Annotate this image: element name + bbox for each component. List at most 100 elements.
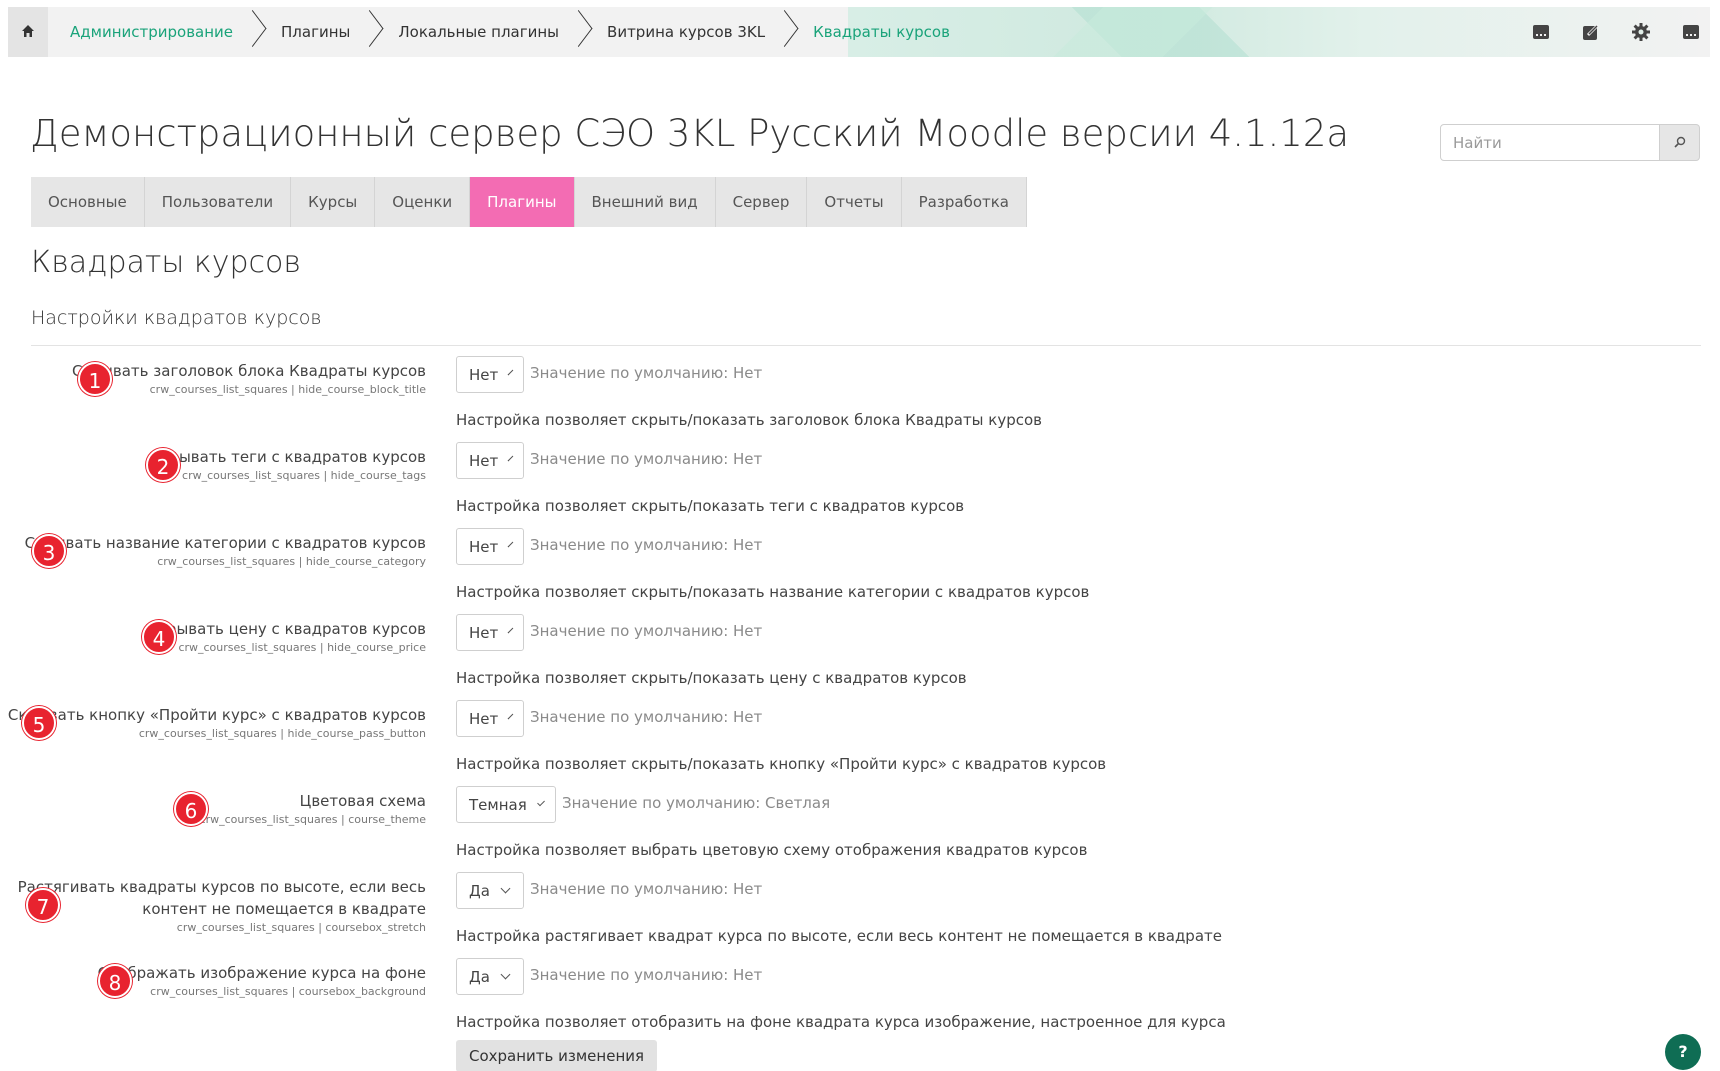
setting-key: crw_courses_list_squares | coursebox_bac… [150, 985, 426, 998]
setting-label: Цветовая схема crw_courses_list_squares |… [200, 790, 426, 828]
step-number-badge: 3 [32, 534, 66, 568]
setting-default: Значение по умолчанию: Нет [530, 966, 763, 984]
setting-label: Отображать изображение курса на фоне crw_… [98, 962, 426, 1000]
step-number-badge: 1 [78, 362, 112, 396]
search-icon [1673, 133, 1686, 152]
setting-select[interactable]: Да [456, 872, 524, 909]
setting-title: Скрывать заголовок блока Квадраты курсов [72, 362, 426, 380]
tab-5[interactable]: Внешний вид [574, 177, 716, 227]
header-bar: Администрирование Плагины Локальные плагин… [8, 7, 1710, 57]
search-input[interactable] [1440, 124, 1660, 161]
setting-label: Скрывать заголовок блока Квадраты курсов… [72, 360, 426, 398]
setting-key: crw_courses_list_squares | hide_course_p… [178, 641, 426, 654]
tab-4[interactable]: Плагины [470, 177, 575, 227]
setting-description: Настройка позволяет отобразить на фоне к… [456, 1013, 1226, 1031]
setting-select[interactable]: Нет [456, 442, 524, 479]
tab-6[interactable]: Сервер [715, 177, 808, 227]
step-number-badge: 2 [146, 448, 180, 482]
setting-description: Настройка позволяет скрыть/показать цену… [456, 669, 967, 687]
setting-label: Скрывать теги с квадратов курсов crw_cour… [150, 446, 426, 484]
setting-title: Скрывать теги с квадратов курсов [149, 448, 426, 466]
setting-label: Скрывать название категории с квадратов … [25, 532, 426, 570]
select-value: Нет [469, 537, 499, 556]
setting-title: Цветовая схема [299, 792, 426, 810]
chevron-down-icon [507, 627, 514, 634]
section-heading: Настройки квадратов курсов [31, 307, 322, 329]
setting-description: Настройка позволяет скрыть/показать теги… [456, 497, 965, 515]
setting-description: Настройка позволяет скрыть/показать назв… [456, 583, 1090, 601]
setting-select[interactable]: Нет [456, 528, 524, 565]
breadcrumb-item[interactable]: Администрирование [48, 7, 245, 57]
step-number-badge: 8 [98, 964, 132, 998]
setting-select[interactable]: Нет [456, 700, 524, 737]
setting-key: crw_courses_list_squares | hide_course_b… [149, 383, 426, 396]
chevron-down-icon [500, 969, 511, 980]
gear-icon[interactable] [1630, 21, 1652, 43]
breadcrumb-separator-icon [245, 7, 259, 57]
chevron-down-icon [507, 369, 514, 376]
step-number-badge: 4 [142, 620, 176, 654]
select-value: Нет [469, 709, 499, 728]
setting-title: Скрывать кнопку «Пройти курс» с квадрато… [7, 706, 426, 724]
setting-default: Значение по умолчанию: Нет [530, 536, 763, 554]
setting-key: crw_courses_list_squares | hide_course_c… [157, 555, 426, 568]
select-value: Нет [469, 623, 499, 642]
tab-1[interactable]: Пользователи [144, 177, 292, 227]
header-toolbar [1530, 7, 1702, 57]
setting-select[interactable]: Темная [456, 786, 556, 823]
chevron-down-icon [507, 713, 514, 720]
setting-default: Значение по умолчанию: Нет [530, 622, 763, 640]
step-number-badge: 7 [26, 888, 60, 922]
step-number-badge: 5 [22, 706, 56, 740]
setting-title: контент не помещается в квадрате [142, 900, 426, 918]
tab-2[interactable]: Курсы [291, 177, 376, 227]
save-changes-button[interactable]: Сохранить изменения [456, 1040, 658, 1071]
setting-default: Значение по умолчанию: Светлая [562, 794, 831, 812]
home-button[interactable] [8, 7, 48, 57]
setting-default: Значение по умолчанию: Нет [530, 880, 763, 898]
breadcrumb-separator-icon [777, 7, 791, 57]
step-number-badge: 6 [174, 792, 208, 826]
admin-tabs: Основные Пользователи Курсы Оценки Плагины Вн… [31, 177, 1027, 227]
select-value: Нет [469, 365, 499, 384]
setting-title: Скрывать название категории с квадратов … [24, 534, 426, 552]
select-value: Нет [469, 451, 499, 470]
chevron-down-icon [500, 883, 511, 894]
breadcrumb-item[interactable]: Локальные плагины [376, 7, 571, 57]
breadcrumb-item[interactable]: Витрина курсов 3KL [585, 7, 777, 57]
tab-8[interactable]: Разработка [901, 177, 1027, 227]
block-icon[interactable] [1530, 21, 1552, 43]
chevron-down-icon [507, 541, 514, 548]
setting-select[interactable]: Да [456, 958, 524, 995]
block-icon[interactable] [1680, 21, 1702, 43]
breadcrumb-separator-icon [571, 7, 585, 57]
tab-3[interactable]: Оценки [375, 177, 471, 227]
tab-7[interactable]: Отчеты [807, 177, 902, 227]
setting-select[interactable]: Нет [456, 356, 524, 393]
edit-icon[interactable] [1580, 21, 1602, 43]
breadcrumb-separator-icon [362, 7, 376, 57]
breadcrumb-item[interactable]: Плагины [259, 7, 362, 57]
setting-description: Настройка позволяет выбрать цветовую схе… [456, 841, 1088, 859]
setting-title: Отображать изображение курса на фоне [97, 964, 426, 982]
breadcrumb-item[interactable]: Квадраты курсов [791, 7, 962, 57]
tab-0[interactable]: Основные [31, 177, 145, 227]
help-button[interactable]: ? [1665, 1034, 1701, 1070]
site-title: Демонстрационный сервер СЭО 3KL Русский … [30, 112, 1350, 155]
select-value: Да [469, 967, 490, 986]
setting-description: Настройка позволяет скрыть/показать заго… [456, 411, 1043, 429]
chevron-down-icon [536, 798, 545, 807]
divider [31, 345, 1701, 346]
setting-description: Настройка растягивает квадрат курса по в… [456, 927, 1222, 945]
setting-label: Скрывать кнопку «Пройти курс» с квадрато… [8, 704, 426, 742]
search-button[interactable] [1660, 124, 1700, 161]
setting-key: crw_courses_list_squares | coursebox_str… [176, 921, 426, 934]
setting-title: Растягивать квадраты курсов по высоте, е… [17, 878, 426, 896]
setting-key: crw_courses_list_squares | course_theme [199, 813, 426, 826]
select-value: Да [469, 881, 490, 900]
setting-select[interactable]: Нет [456, 614, 524, 651]
setting-key: crw_courses_list_squares | hide_course_p… [138, 727, 426, 740]
setting-default: Значение по умолчанию: Нет [530, 708, 763, 726]
setting-default: Значение по умолчанию: Нет [530, 450, 763, 468]
select-value: Темная [469, 795, 527, 814]
